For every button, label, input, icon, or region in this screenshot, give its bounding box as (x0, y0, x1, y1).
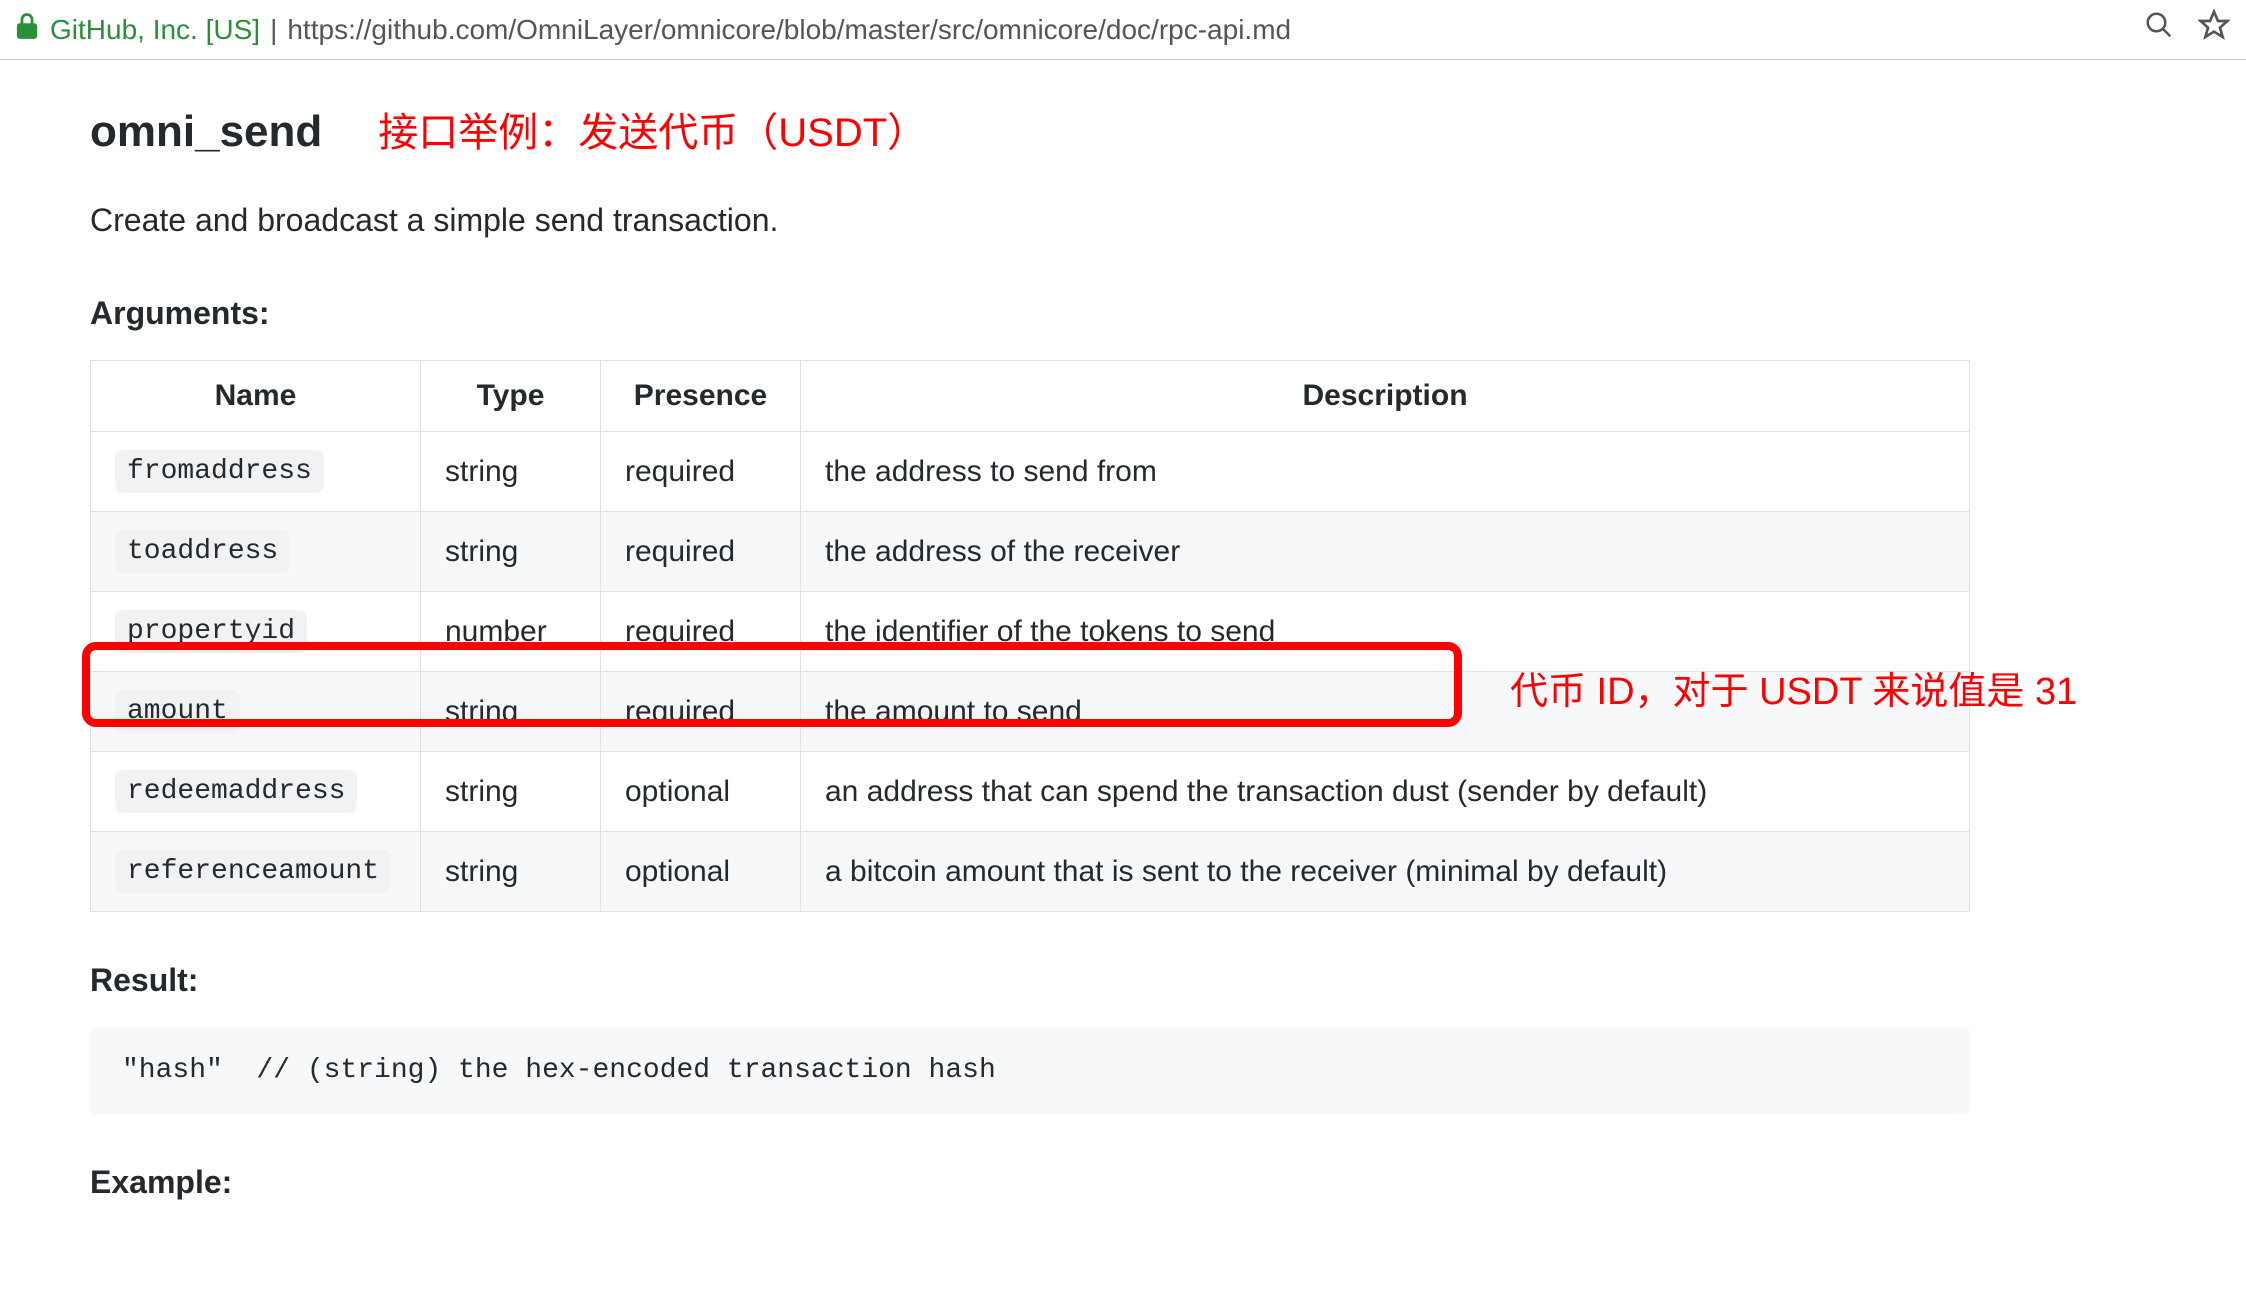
table-row: fromaddress stringrequiredthe address to … (91, 432, 1970, 512)
arg-type: string (421, 752, 601, 832)
example-heading: Example: (90, 1164, 2246, 1201)
result-codeblock: "hash" // (string) the hex-encoded trans… (90, 1027, 1970, 1114)
arg-type: number (421, 592, 601, 672)
col-presence: Presence (601, 361, 801, 432)
arg-type: string (421, 512, 601, 592)
arg-description: an address that can spend the transactio… (801, 752, 1970, 832)
heading-annotation: 接口举例：发送代币（USDT） (378, 100, 927, 158)
url-text[interactable]: https://github.com/OmniLayer/omnicore/bl… (287, 14, 2144, 46)
table-row: referenceamount stringoptionala bitcoin a… (91, 832, 1970, 912)
lock-icon (16, 13, 38, 46)
arg-name-code: toaddress (115, 530, 290, 573)
page-content: omni_send 接口举例：发送代币（USDT） Create and bro… (0, 60, 2246, 1201)
section-description: Create and broadcast a simple send trans… (90, 202, 2246, 239)
arguments-table: Name Type Presence Description fromaddre… (90, 360, 1970, 912)
arg-name-code: redeemaddress (115, 770, 357, 813)
arg-description: the address to send from (801, 432, 1970, 512)
arg-name-code: amount (115, 690, 240, 733)
browser-url-bar: GitHub, Inc. [US] | https://github.com/O… (0, 0, 2246, 60)
table-row: toaddress stringrequiredthe address of th… (91, 512, 1970, 592)
arg-name-code: propertyid (115, 610, 307, 653)
bookmark-star-icon[interactable] (2198, 9, 2230, 50)
arg-name-code: fromaddress (115, 450, 324, 493)
arg-description: the address of the receiver (801, 512, 1970, 592)
arg-type: string (421, 832, 601, 912)
arguments-heading: Arguments: (90, 295, 2246, 332)
table-row: redeemaddress stringoptionalan address th… (91, 752, 1970, 832)
arg-presence: optional (601, 832, 801, 912)
arg-presence: optional (601, 752, 801, 832)
result-heading: Result: (90, 962, 2246, 999)
url-separator: | (270, 14, 277, 46)
section-heading: omni_send (90, 107, 322, 157)
arg-presence: required (601, 512, 801, 592)
url-org-label: GitHub, Inc. [US] (50, 14, 260, 46)
arg-description: a bitcoin amount that is sent to the rec… (801, 832, 1970, 912)
arg-type: string (421, 672, 601, 752)
col-description: Description (801, 361, 1970, 432)
col-name: Name (91, 361, 421, 432)
annotation-row-note: 代币 ID，对于 USDT 来说值是 31 (1510, 660, 2077, 715)
arg-presence: required (601, 672, 801, 752)
col-type: Type (421, 361, 601, 432)
arg-presence: required (601, 432, 801, 512)
zoom-icon[interactable] (2144, 10, 2174, 49)
arg-type: string (421, 432, 601, 512)
arg-name-code: referenceamount (115, 850, 391, 893)
arg-presence: required (601, 592, 801, 672)
